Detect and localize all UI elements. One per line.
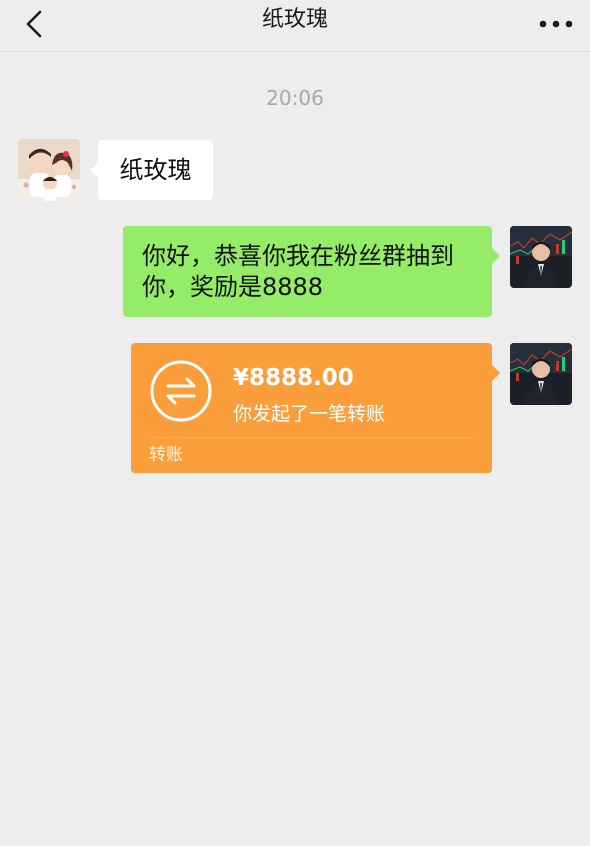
outgoing-message-line-2: 你，奖励是8888 [142, 273, 324, 301]
incoming-message-bubble[interactable]: 纸玫瑰 [90, 140, 213, 200]
chat-title: 纸玫瑰 [261, 7, 328, 32]
outgoing-message-bubble[interactable]: 你好，恭喜你我在粉丝群抽到 你，奖励是8888 [123, 226, 500, 317]
chat-screen: 纸玫瑰 20:06 纸玫瑰 你好，恭喜你我在粉丝群抽到 你，奖励是8888 ¥8… [0, 0, 590, 846]
more-options-button[interactable] [536, 4, 576, 44]
more-options-icon [539, 20, 573, 28]
transfer-footer-label: 转账 [149, 445, 183, 465]
transfer-divider [149, 437, 474, 438]
incoming-message-text: 纸玫瑰 [119, 156, 192, 184]
contact-avatar[interactable] [18, 139, 80, 201]
my-avatar-2[interactable] [510, 343, 572, 405]
transfer-amount: ¥8888.00 [233, 365, 354, 391]
transfer-arrows-icon [150, 360, 212, 422]
chat-header: 纸玫瑰 [0, 0, 590, 52]
my-avatar[interactable] [510, 226, 572, 288]
message-timestamp: 20:06 [266, 86, 324, 110]
transfer-card[interactable]: ¥8888.00 你发起了一笔转账 转账 [131, 343, 500, 473]
transfer-description: 你发起了一笔转账 [233, 403, 386, 425]
outgoing-message-line-1: 你好，恭喜你我在粉丝群抽到 [142, 242, 454, 270]
